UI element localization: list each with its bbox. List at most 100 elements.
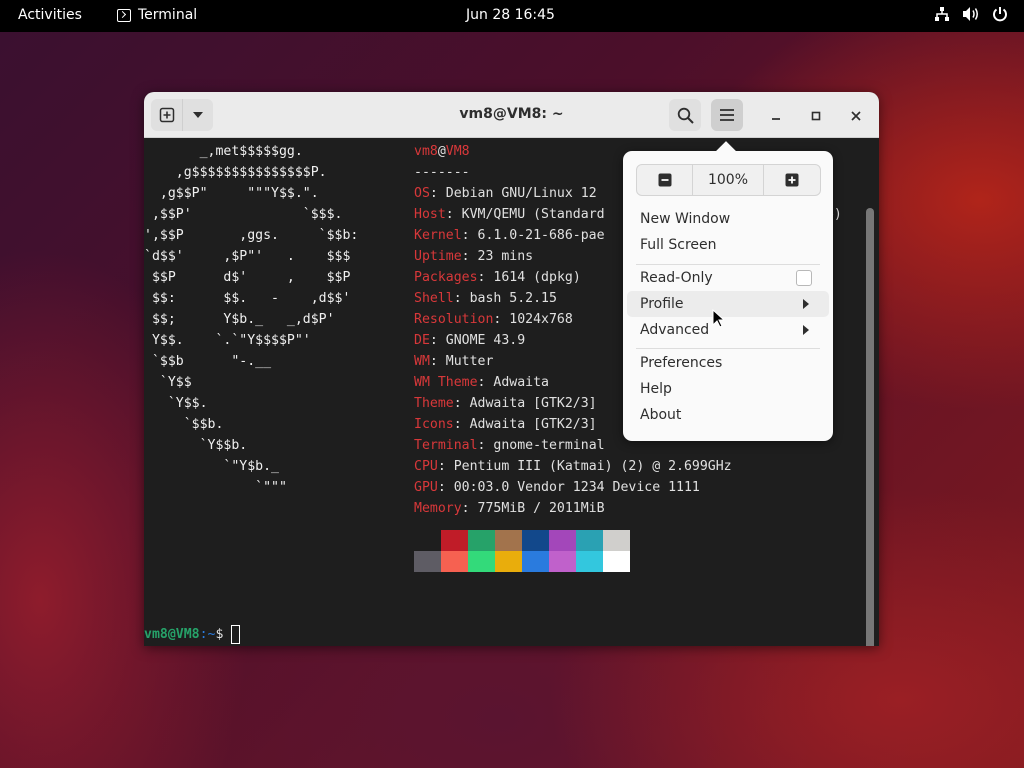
info-label: Theme <box>414 396 454 411</box>
info-at: @ <box>437 144 446 159</box>
menu-advanced-label: Advanced <box>640 322 710 338</box>
system-tray[interactable] <box>934 6 1008 22</box>
read-only-checkbox[interactable] <box>796 270 812 286</box>
info-value: 775MiB / 2011MiB <box>477 501 605 516</box>
info-colon: : <box>477 270 494 285</box>
main-menu-button[interactable] <box>711 99 743 131</box>
color-swatch <box>549 551 576 572</box>
info-label: OS <box>414 186 430 201</box>
app-menu[interactable]: Terminal <box>117 7 197 23</box>
activities-button[interactable]: Activities <box>18 7 82 23</box>
volume-icon[interactable] <box>962 6 980 22</box>
logo-line: `Y$$ <box>144 375 192 390</box>
color-swatch <box>414 530 441 551</box>
zoom-level[interactable]: 100% <box>693 165 762 195</box>
info-value: GNOME 43.9 <box>445 333 526 348</box>
color-swatch <box>441 551 468 572</box>
logo-line: ,g$$P" """Y$$.". <box>144 186 319 201</box>
logo-line: `Y$$b. <box>144 438 248 453</box>
menu-new-window[interactable]: New Window <box>627 206 829 232</box>
minimize-button[interactable] <box>764 104 788 128</box>
info-line: WM Theme: Adwaita <box>414 372 549 393</box>
logo-line: $$; Y$b._ _,d$P' <box>144 312 335 327</box>
zoom-in-icon <box>785 173 799 187</box>
info-line: OS: Debian GNU/Linux 12 <box>414 183 597 204</box>
info-colon: : <box>429 186 446 201</box>
color-swatch <box>576 551 603 572</box>
info-colon: : <box>477 438 494 453</box>
color-swatch <box>549 530 576 551</box>
info-colon: : <box>477 375 494 390</box>
info-line: Host: KVM/QEMU (Standard <box>414 204 605 225</box>
color-swatch <box>576 530 603 551</box>
menu-about[interactable]: About <box>627 402 829 428</box>
info-label: Kernel <box>414 228 462 243</box>
menu-profile[interactable]: Profile <box>627 291 829 317</box>
zoom-in-button[interactable] <box>762 165 820 195</box>
menu-advanced[interactable]: Advanced <box>627 317 829 343</box>
info-line: Theme: Adwaita [GTK2/3] <box>414 393 597 414</box>
logo-line: `"Y$b._ <box>144 459 279 474</box>
clock[interactable]: Jun 28 16:45 <box>466 7 555 23</box>
info-line: Kernel: 6.1.0-21-686-pae <box>414 225 605 246</box>
logo-line: `$$b "-.__ <box>144 354 272 369</box>
info-line: CPU: Pentium III (Katmai) (2) @ 2.699GHz <box>414 456 732 477</box>
color-swatch <box>414 551 441 572</box>
submenu-arrow-icon <box>803 299 809 309</box>
menu-preferences[interactable]: Preferences <box>627 350 829 376</box>
logo-line: `$$b. <box>144 417 224 432</box>
info-value: Adwaita [GTK2/3] <box>469 417 597 432</box>
color-swatch <box>495 530 522 551</box>
network-icon[interactable] <box>934 6 950 22</box>
mouse-pointer-icon <box>712 308 726 332</box>
info-label: GPU <box>414 480 438 495</box>
info-colon: : <box>445 207 462 222</box>
info-value: Debian GNU/Linux 12 <box>445 186 597 201</box>
header-bar: vm8@VM8: ~ <box>144 92 879 138</box>
info-colon: : <box>437 480 454 495</box>
scrollbar[interactable] <box>866 208 874 646</box>
color-swatch <box>468 551 495 572</box>
zoom-controls: 100% <box>636 164 821 196</box>
menu-profile-label: Profile <box>640 296 684 312</box>
info-label: Shell <box>414 291 454 306</box>
info-line: Memory: 775MiB / 2011MiB <box>414 498 605 519</box>
zoom-out-button[interactable] <box>637 165 694 195</box>
info-value: 6.1.0-21-686-pae <box>477 228 605 243</box>
info-colon: : <box>453 291 470 306</box>
info-value: 1024x768 <box>509 312 573 327</box>
info-line: Uptime: 23 mins <box>414 246 533 267</box>
info-label: Memory <box>414 501 462 516</box>
info-colon: : <box>461 501 478 516</box>
main-menu-popover: 100% New Window Full Screen Read-Only Pr… <box>623 141 833 441</box>
info-user: vm8 <box>414 144 438 159</box>
info-value: Adwaita <box>493 375 549 390</box>
menu-read-only[interactable]: Read-Only <box>627 265 829 291</box>
logo-line: $$P d$' , $$P <box>144 270 351 285</box>
menu-new-window-label: New Window <box>640 211 731 227</box>
menu-full-screen-label: Full Screen <box>640 237 717 253</box>
color-swatch <box>603 551 630 572</box>
color-swatch <box>603 530 630 551</box>
prompt-user-host: vm8@VM8 <box>144 627 200 642</box>
color-swatch <box>522 530 549 551</box>
info-line: Packages: 1614 (dpkg) <box>414 267 581 288</box>
close-button[interactable] <box>844 104 868 128</box>
info-line: WM: Mutter <box>414 351 493 372</box>
minimize-icon <box>772 118 780 120</box>
info-label: DE <box>414 333 430 348</box>
info-label: Terminal <box>414 438 478 453</box>
menu-help[interactable]: Help <box>627 376 829 402</box>
maximize-button[interactable] <box>804 104 828 128</box>
power-icon[interactable] <box>992 6 1008 22</box>
info-host: VM8 <box>445 144 470 159</box>
info-separator: ------- <box>414 165 470 180</box>
menu-full-screen[interactable]: Full Screen <box>627 232 829 258</box>
shell-prompt[interactable]: vm8@VM8:~$ <box>144 624 241 645</box>
info-label: Resolution <box>414 312 494 327</box>
search-button[interactable] <box>669 99 701 131</box>
info-label: WM <box>414 354 430 369</box>
info-label: Host <box>414 207 446 222</box>
menu-about-label: About <box>640 407 682 423</box>
logo-line: ,g$$$$$$$$$$$$$$$P. <box>144 165 327 180</box>
